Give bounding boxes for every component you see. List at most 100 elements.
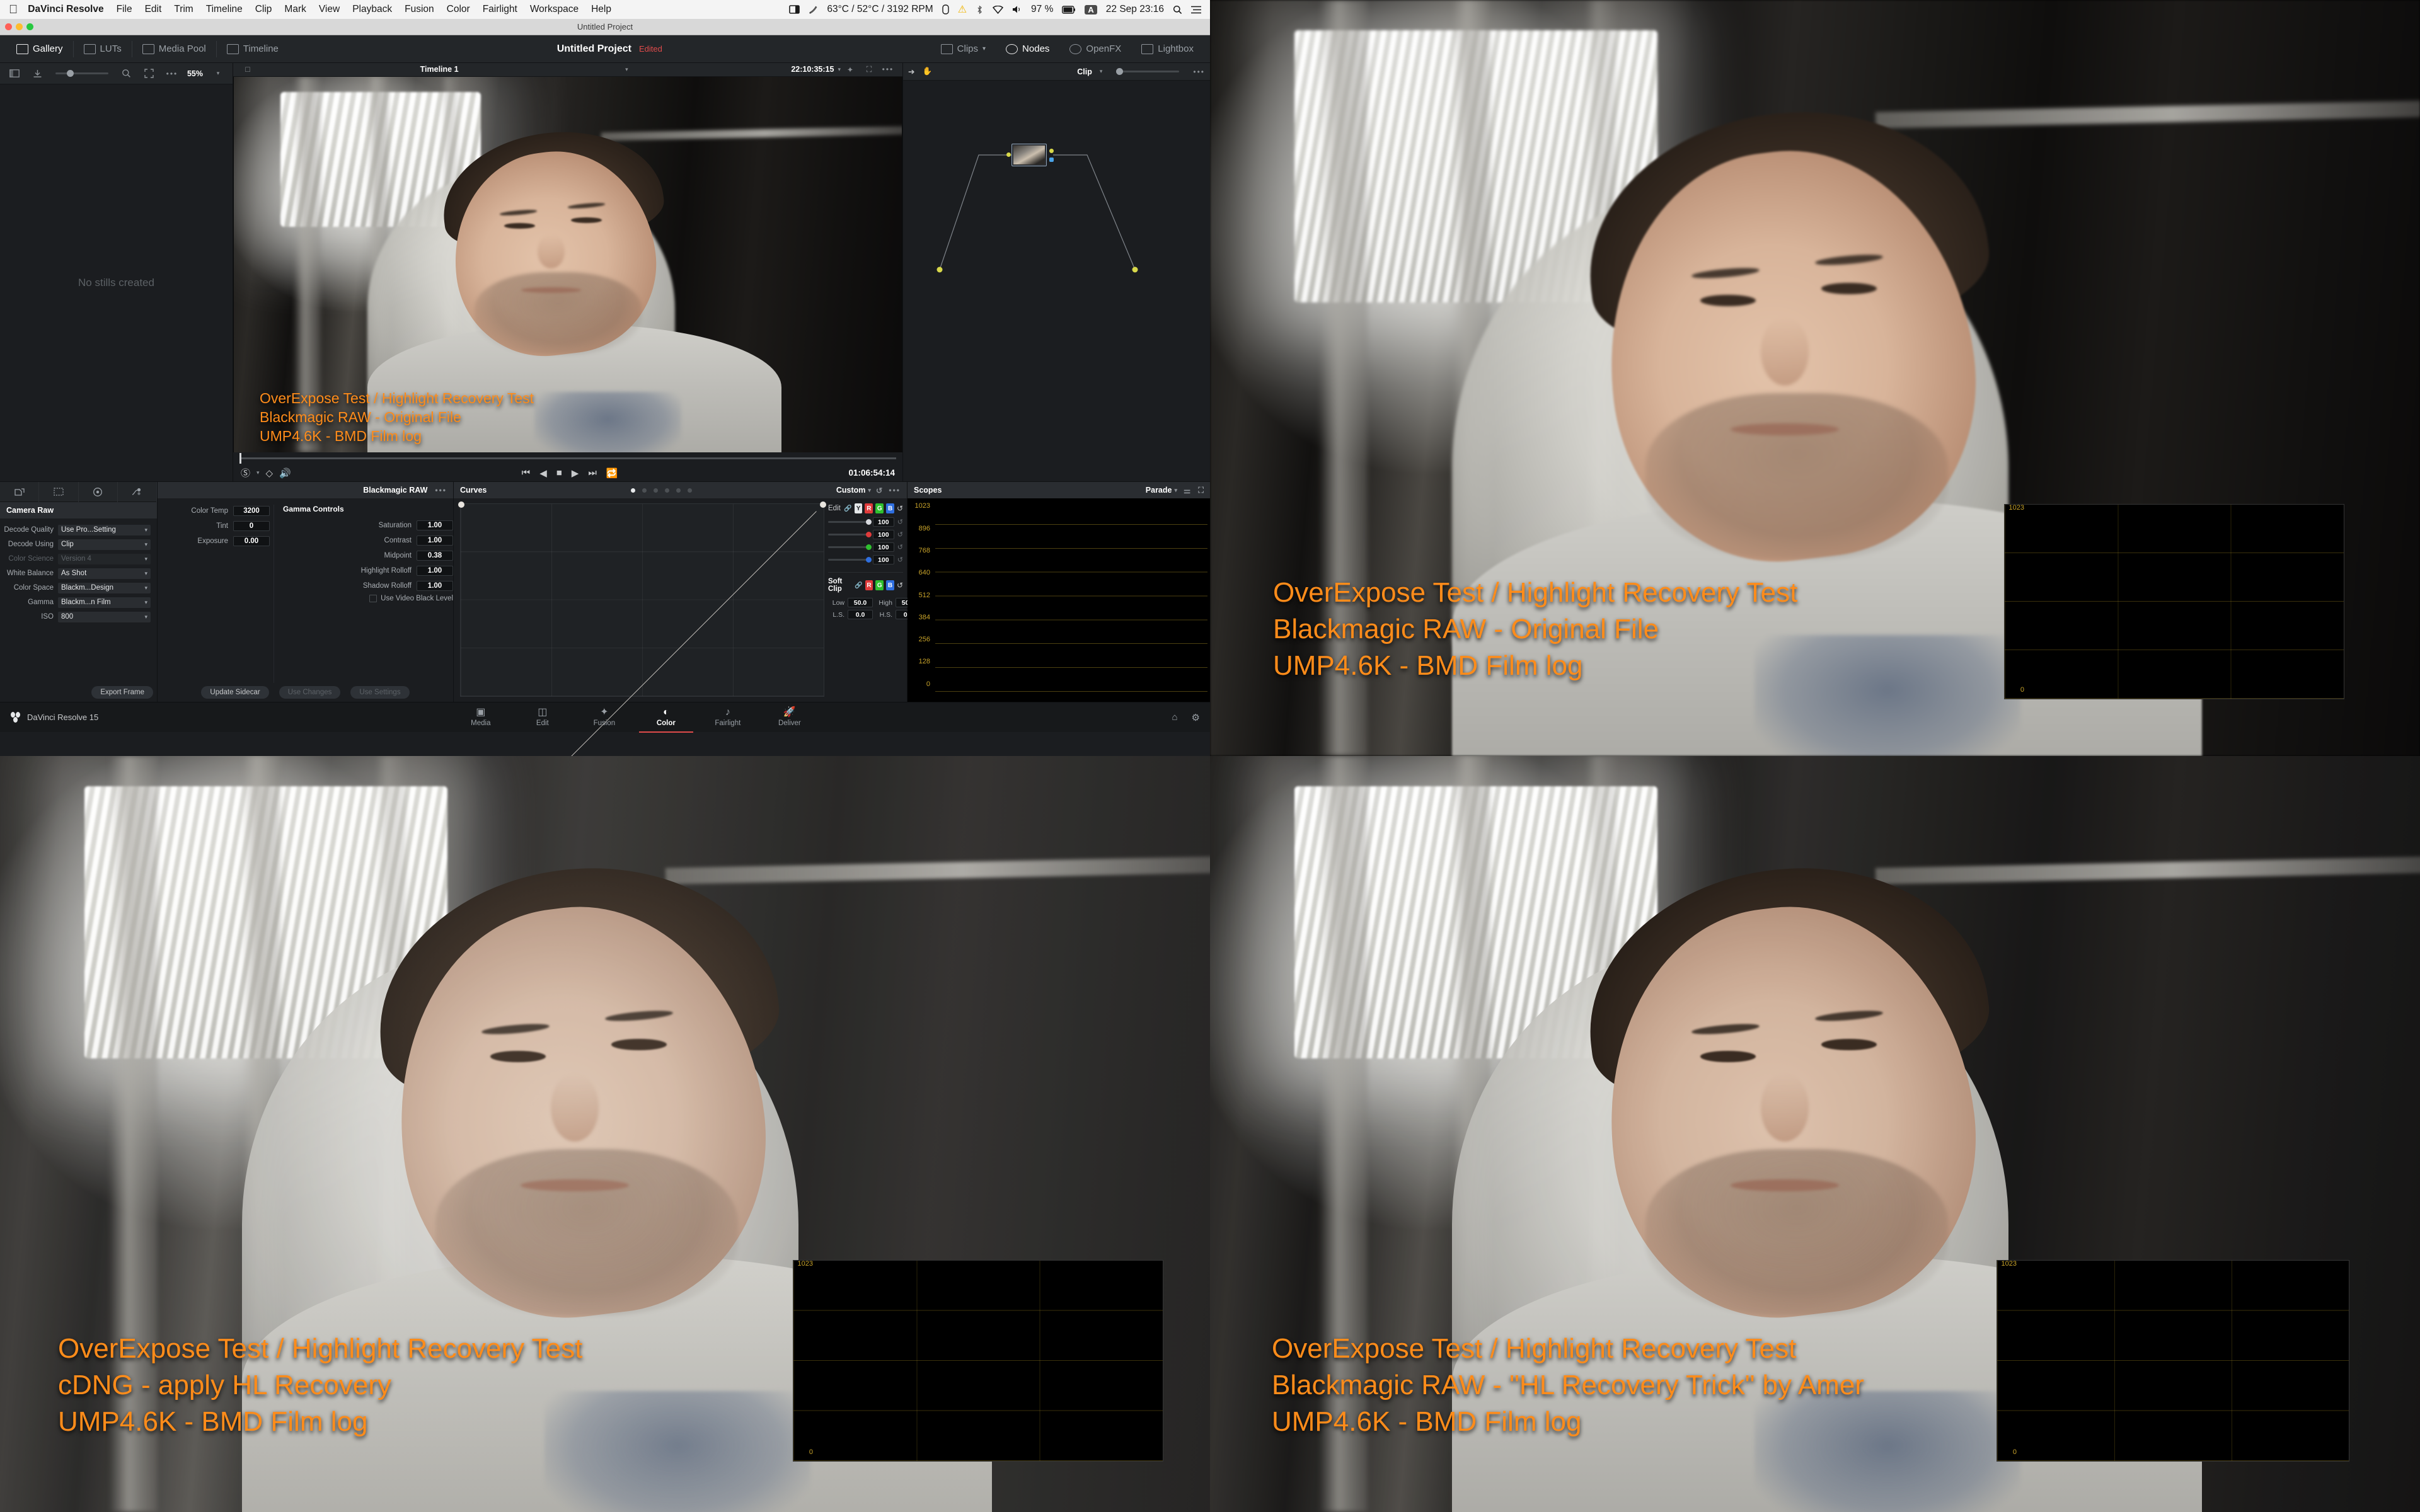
curve-editor[interactable] [458, 501, 826, 697]
field-decode-quality[interactable]: Decode Quality Use Pro...Setting ▾ [0, 524, 151, 536]
menu-item-color[interactable]: Color [447, 4, 470, 15]
reset-icon[interactable]: ↺ [897, 581, 903, 590]
slider-track[interactable] [1116, 68, 1180, 75]
more-options-icon[interactable]: ••• [161, 66, 183, 82]
menu-item-fusion[interactable]: Fusion [405, 4, 434, 15]
home-icon[interactable]: ⌂ [1172, 712, 1177, 723]
gamma-select[interactable]: Blackm...n Film ▾ [58, 597, 151, 608]
chevron-down-icon[interactable]: ▾ [625, 66, 628, 73]
clipboard-icon[interactable] [942, 4, 949, 14]
param-value[interactable]: 0 [233, 520, 270, 531]
param-value[interactable]: 0.00 [233, 536, 270, 546]
reset-icon[interactable]: ↺ [897, 543, 903, 551]
node-graph-canvas[interactable] [903, 81, 1210, 481]
page-button-color[interactable]: ◐ Color [635, 702, 697, 733]
slider-track[interactable] [828, 518, 872, 525]
chevron-down-icon[interactable]: ▾ [1174, 487, 1177, 494]
slider-handle[interactable] [865, 531, 872, 537]
search-icon[interactable] [116, 66, 137, 82]
toolbar-openfx-button[interactable]: OpenFX [1059, 35, 1131, 63]
curve-dot-6[interactable] [688, 488, 693, 493]
pointer-icon[interactable]: ➔ [908, 67, 914, 76]
expand-icon[interactable]: ⛶ [1198, 486, 1204, 495]
color-space-select[interactable]: Blackm...Design ▾ [58, 582, 151, 593]
skip-end-icon[interactable]: ⏭ [588, 467, 597, 478]
node-input-port[interactable] [1006, 152, 1011, 157]
menu-item-view[interactable]: View [319, 4, 340, 15]
more-options-icon[interactable]: ••• [889, 486, 901, 495]
menu-item-mark[interactable]: Mark [284, 4, 306, 15]
param-value[interactable]: 0.38 [417, 550, 453, 561]
param-tint[interactable]: Tint 0 [158, 520, 270, 532]
node-01[interactable] [1011, 144, 1047, 166]
toolbar-lightbox-button[interactable]: Lightbox [1131, 35, 1204, 63]
update-sidecar-button[interactable]: Update Sidecar [201, 686, 269, 699]
volume-icon[interactable] [1012, 5, 1022, 14]
slider-handle[interactable] [865, 544, 872, 550]
toolbar-gallery-button[interactable]: Gallery [6, 35, 73, 63]
channel-button-y[interactable]: Y [854, 503, 863, 513]
param-saturation[interactable]: Saturation 1.00 [283, 519, 453, 531]
softclip-channel-g[interactable]: G [875, 580, 884, 590]
curve-point-black[interactable] [458, 501, 464, 508]
page-button-edit[interactable]: ◫ Edit [512, 702, 573, 733]
fx-icon[interactable]: Ⓢ [241, 466, 250, 479]
gallery-zoom-level[interactable]: 55% [184, 69, 206, 78]
node-output-port[interactable] [1049, 149, 1054, 153]
chevron-down-icon[interactable]: ▾ [256, 469, 260, 476]
channel-button-r[interactable]: R [865, 503, 873, 513]
chevron-down-icon[interactable]: ▾ [868, 487, 871, 494]
param-value[interactable]: 3200 [233, 505, 270, 516]
curve-dot-2[interactable] [642, 488, 647, 493]
scrubber-track[interactable] [239, 453, 896, 464]
curve-dot-4[interactable] [665, 488, 670, 493]
playhead-icon[interactable] [239, 453, 241, 464]
param-highlight-rolloff[interactable]: Highlight Rolloff 1.00 [283, 564, 453, 576]
slider-handle[interactable] [1116, 68, 1124, 75]
slider-value-b[interactable]: 100 [872, 555, 894, 564]
slider-track[interactable] [828, 531, 872, 537]
window-controls[interactable] [5, 23, 33, 30]
menu-item-workspace[interactable]: Workspace [530, 4, 579, 15]
reset-icon[interactable]: ↺ [897, 530, 903, 539]
node-key-port[interactable] [1049, 158, 1054, 162]
page-button-deliver[interactable]: 🚀 Deliver [759, 702, 821, 733]
param-value[interactable]: 1.00 [417, 520, 453, 530]
camera-raw-icon[interactable] [0, 481, 40, 502]
menu-item-trim[interactable]: Trim [174, 4, 193, 15]
menu-item-edit[interactable]: Edit [145, 4, 162, 15]
field-gamma[interactable]: Gamma Blackm...n Film ▾ [0, 596, 151, 609]
iso-select[interactable]: 800 ▾ [58, 611, 151, 622]
slider-value-y[interactable]: 100 [872, 517, 894, 527]
fan-icon[interactable] [809, 5, 818, 14]
scopes-display[interactable]: 1023 896 768 640 512 384 256 128 0 [908, 498, 1210, 702]
more-options-icon[interactable]: ••• [879, 65, 897, 74]
stop-icon[interactable]: ■ [556, 467, 562, 478]
channel-button-b[interactable]: B [886, 503, 894, 513]
reset-icon[interactable]: ↺ [897, 504, 903, 513]
viewer-scrubber[interactable] [233, 452, 902, 465]
field-decode-using[interactable]: Decode Using Clip ▾ [0, 538, 151, 551]
toolbar-clips-button[interactable]: Clips ▾ [931, 35, 996, 63]
decode-quality-select[interactable]: Use Pro...Setting ▾ [58, 524, 151, 536]
curve-slider-b[interactable]: 100 ↺ [828, 555, 903, 564]
slider-track[interactable] [828, 544, 872, 550]
battery-charging-icon[interactable] [1062, 5, 1076, 14]
softclip-channel-b[interactable]: B [886, 580, 894, 590]
channel-button-g[interactable]: G [875, 503, 884, 513]
menu-app-name[interactable]: DaVinci Resolve [28, 4, 103, 15]
curve-slider-g[interactable]: 100 ↺ [828, 542, 903, 552]
decode-using-select[interactable]: Clip ▾ [58, 539, 151, 550]
split-view-icon[interactable] [4, 66, 25, 82]
minimize-icon[interactable] [16, 23, 23, 30]
toolbar-nodes-button[interactable]: Nodes [996, 35, 1059, 63]
settings-gear-icon[interactable]: ⚙ [1192, 712, 1200, 723]
toolbar-luts-button[interactable]: LUTs [74, 35, 132, 63]
slider-value-r[interactable]: 100 [872, 530, 894, 539]
param-midpoint[interactable]: Midpoint 0.38 [283, 549, 453, 561]
field-white-balance[interactable]: White Balance As Shot ▾ [0, 567, 151, 580]
hand-icon[interactable]: ✋ [922, 67, 932, 76]
menu-item-help[interactable]: Help [591, 4, 611, 15]
reset-icon[interactable]: ↺ [876, 486, 882, 495]
color-wheel-icon[interactable]: ✦ [841, 65, 860, 74]
